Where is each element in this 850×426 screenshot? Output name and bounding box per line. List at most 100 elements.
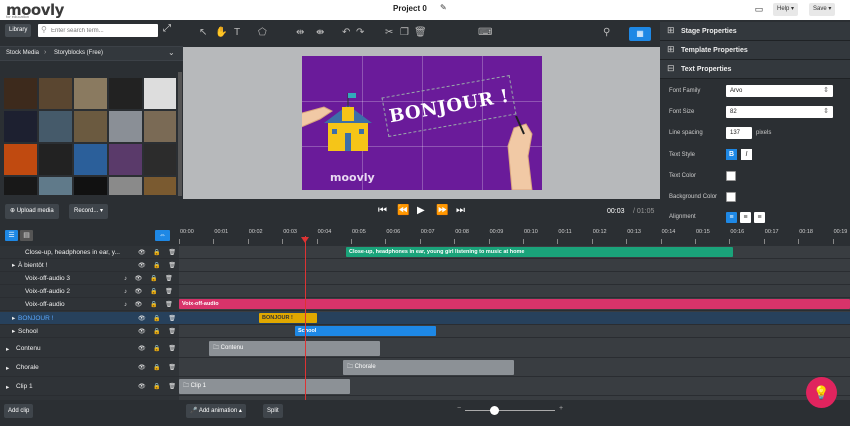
media-thumbnail[interactable] [4, 144, 37, 175]
layer-name[interactable]: Voix-off-audio [25, 301, 65, 308]
text-color-swatch[interactable] [726, 171, 736, 181]
layer-name[interactable]: BONJOUR ! [18, 315, 53, 322]
help-button[interactable]: Help ▾ [773, 3, 799, 16]
project-title[interactable]: Project 0 [393, 4, 427, 13]
delete-icon[interactable]: 🗑 [414, 27, 427, 38]
hand-school-illustration[interactable] [302, 91, 387, 161]
layer-name[interactable]: Voix-off-audio 3 [25, 275, 70, 282]
font-size-select[interactable]: 82 ⇕ [726, 106, 833, 118]
redo-icon[interactable]: ↷ [356, 27, 364, 38]
layer-visibility-lock-delete-icon[interactable]: 👁 🔒 🗑 [138, 315, 179, 322]
expand-icon[interactable]: ⤢ [163, 23, 171, 34]
search-input[interactable] [38, 24, 158, 37]
save-button[interactable]: Save ▾ [809, 3, 836, 16]
group-visibility-lock-delete-icon[interactable]: 👁 🔒 🗑 [138, 364, 179, 371]
layer-name[interactable]: Voix-off-audio 2 [25, 288, 70, 295]
select-arrow-icon[interactable]: ↖ [199, 27, 207, 38]
compact-view-icon[interactable]: ▤ [20, 230, 33, 241]
layer-visibility-lock-delete-icon[interactable]: ♪ 👁 🔒 🗑 [124, 288, 176, 295]
bold-button[interactable]: B [726, 149, 737, 160]
align-icon[interactable]: ⇼ [316, 27, 324, 38]
media-thumbnail[interactable] [39, 177, 72, 195]
fit-timeline-icon[interactable]: ⇔ [155, 230, 170, 241]
layer-row[interactable] [0, 312, 850, 325]
text-tool-icon[interactable]: T [234, 27, 240, 38]
line-spacing-input[interactable]: 137 [726, 127, 752, 139]
group-row[interactable] [0, 339, 850, 358]
zoom-in-icon[interactable]: + [559, 405, 563, 412]
zoom-out-icon[interactable]: − [457, 405, 461, 412]
layer-name[interactable]: Close-up, headphones in ear, y... [25, 249, 120, 256]
expand-arrow-icon[interactable]: ▸ [12, 261, 15, 269]
grid-toggle-icon[interactable]: ▦ [629, 27, 651, 41]
zoom-icon[interactable]: ⚲ [603, 27, 610, 38]
shape-tool-icon[interactable]: ⬠ [258, 27, 267, 38]
media-thumbnail[interactable] [144, 144, 176, 175]
layer-name[interactable]: À bientôt ! [18, 262, 47, 269]
fullscreen-monitor-icon[interactable]: ▭ [751, 3, 767, 16]
layer-visibility-lock-delete-icon[interactable]: ♪ 👁 🔒 🗑 [124, 301, 176, 308]
keyboard-icon[interactable]: ⌨ [478, 27, 492, 38]
media-thumbnail[interactable] [144, 111, 176, 142]
time-ruler[interactable]: 00:00 00:01 00:02 00:03 00:04 00:05 00:06 00:07… [179, 229, 850, 246]
bonjour-text-object[interactable]: BONJOUR ! [381, 75, 517, 137]
expand-arrow-icon[interactable]: ▸ [12, 314, 15, 322]
timeline-clip[interactable]: Voix-off-audio [179, 299, 850, 309]
font-family-select[interactable]: Arvo ⇕ [726, 85, 833, 97]
media-thumbnail[interactable] [74, 111, 107, 142]
group-clip[interactable]: 🗀 Clip 1 [179, 379, 350, 394]
skip-start-icon[interactable]: ⏮ [378, 205, 387, 216]
layer-visibility-lock-delete-icon[interactable]: 👁 🔒 🗑 [138, 328, 179, 335]
media-thumbnail[interactable] [4, 78, 37, 109]
undo-icon[interactable]: ↶ [342, 27, 350, 38]
upload-media-button[interactable]: ⊕ Upload media [5, 204, 59, 219]
zoom-slider-handle[interactable] [490, 406, 499, 415]
playhead-marker-icon[interactable] [301, 237, 309, 243]
tips-lightbulb-button[interactable]: 💡 [806, 377, 837, 408]
hand-icon[interactable]: ✋ [215, 27, 227, 38]
layer-row[interactable] [0, 259, 850, 272]
timeline-clip[interactable]: School [295, 326, 436, 336]
group-name[interactable]: Clip 1 [16, 383, 33, 390]
chevron-down-icon[interactable]: ⌄ [168, 48, 175, 57]
media-thumbnail[interactable] [109, 177, 142, 195]
expand-arrow-icon[interactable]: ▸ [6, 364, 9, 372]
media-thumbnail[interactable] [74, 78, 107, 109]
media-thumbnail[interactable] [39, 111, 72, 142]
library-scrollbar[interactable] [178, 72, 182, 196]
media-thumbnail[interactable] [39, 144, 72, 175]
media-thumbnail[interactable] [144, 78, 176, 109]
align-center-icon[interactable]: ≡ [740, 212, 751, 223]
media-thumbnail[interactable] [109, 144, 142, 175]
media-thumbnail[interactable] [4, 111, 37, 142]
copy-icon[interactable]: ❐ [400, 27, 409, 38]
rewind-icon[interactable]: ⏪ [397, 205, 409, 216]
timeline-clip[interactable]: BONJOUR ! [259, 313, 317, 323]
group-name[interactable]: Contenu [16, 345, 41, 352]
group-clip[interactable]: 🗀 Contenu [209, 341, 380, 356]
background-color-swatch[interactable] [726, 192, 736, 202]
breadcrumb-stock-media[interactable]: Stock Media [6, 50, 39, 56]
layer-visibility-lock-delete-icon[interactable]: 👁 🔒 🗑 [138, 249, 179, 256]
writing-hand-illustration[interactable] [502, 116, 542, 190]
align-left-icon[interactable]: ≡ [726, 212, 737, 223]
playhead[interactable] [305, 236, 306, 400]
breadcrumb-storyblocks[interactable]: Storyblocks (Free) [54, 50, 103, 56]
media-thumbnail[interactable] [39, 78, 72, 109]
group-name[interactable]: Chorale [16, 364, 39, 371]
align-right-icon[interactable]: ≡ [754, 212, 765, 223]
stage-properties-section[interactable]: ⊞ Stage Properties [660, 22, 850, 41]
group-visibility-lock-delete-icon[interactable]: 👁 🔒 🗑 [138, 345, 179, 352]
layer-visibility-lock-delete-icon[interactable]: 👁 🔒 🗑 [138, 262, 179, 269]
group-row[interactable] [0, 377, 850, 396]
split-button[interactable]: Split [263, 404, 283, 418]
list-view-icon[interactable]: ☰ [5, 230, 18, 241]
media-thumbnail[interactable] [109, 78, 142, 109]
cut-icon[interactable]: ✂ [385, 27, 393, 38]
add-animation-button[interactable]: 🎤 Add animation ▴ [186, 404, 246, 418]
italic-button[interactable]: I [741, 149, 752, 160]
text-properties-section[interactable]: ⊟ Text Properties [660, 60, 850, 79]
media-thumbnail[interactable] [109, 111, 142, 142]
expand-arrow-icon[interactable]: ▸ [6, 345, 9, 353]
play-icon[interactable]: ▶ [417, 205, 425, 216]
